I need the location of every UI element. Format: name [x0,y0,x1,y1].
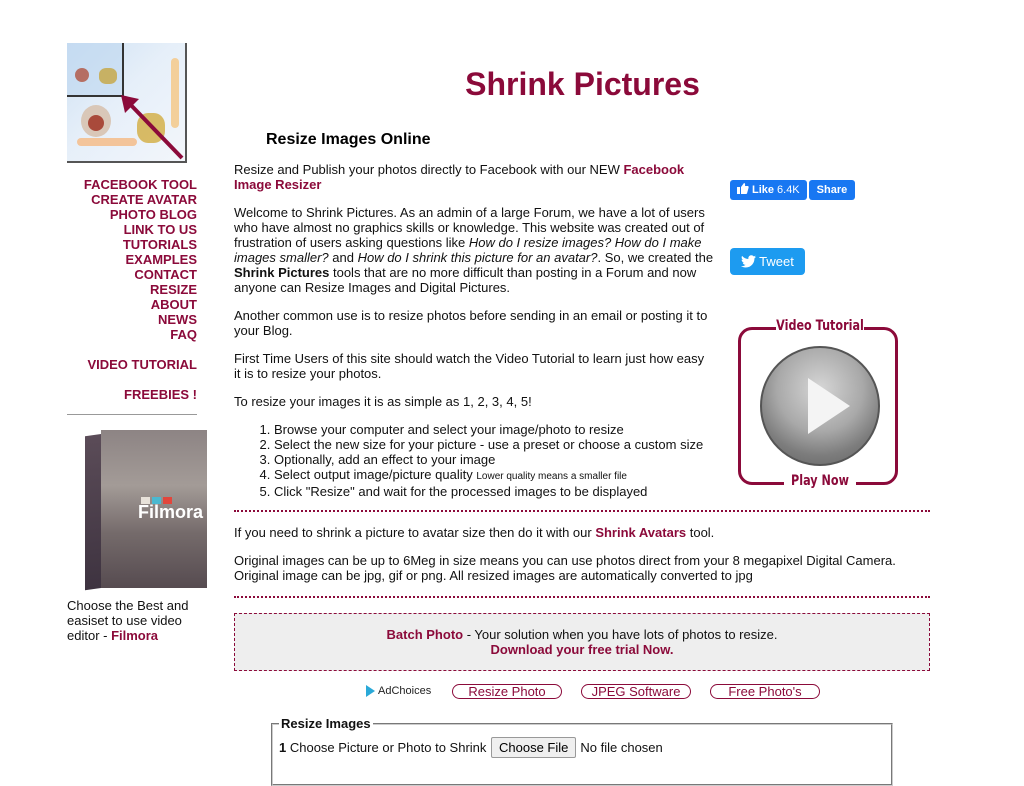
facebook-text: Resize and Publish your photos directly … [234,162,624,177]
nav-contact[interactable]: CONTACT [67,267,197,282]
nav-video-tutorial[interactable]: VIDEO TUTORIAL [67,357,197,372]
filmora-ad-image[interactable]: Filmora [85,430,207,591]
filmora-product-name: Filmora [138,502,204,522]
facebook-like-button[interactable]: Like 6.4K [730,180,807,200]
welcome-text: . So, we created the [597,250,714,265]
choose-file-button[interactable]: Choose File [491,737,577,758]
dotted-divider [234,596,930,598]
box-side [85,434,101,591]
nav-examples[interactable]: EXAMPLES [67,252,197,267]
filmora-link[interactable]: Filmora [111,628,158,643]
simple-paragraph: To resize your images it is as simple as… [234,394,532,409]
tweet-label: Tweet [759,254,794,269]
sidebar-nav: FACEBOOK TOOL CREATE AVATAR PHOTO BLOG L… [67,177,197,402]
video-tutorial-label: Video Tutorial [776,318,864,334]
nav-tutorials[interactable]: TUTORIALS [67,237,197,252]
step-text: Select output image/picture quality [274,467,477,482]
facebook-share-button[interactable]: Share [808,180,856,200]
welcome-paragraph: Welcome to Shrink Pictures. As an admin … [234,205,714,295]
avatar-text: If you need to shrink a picture to avata… [234,525,596,540]
nav-facebook-tool[interactable]: FACEBOOK TOOL [67,177,197,192]
resize-images-form: Resize Images 1 Choose Picture or Photo … [271,716,893,786]
batch-photo-promo: Batch Photo - Your solution when you hav… [234,613,930,671]
avatar-paragraph: If you need to shrink a picture to avata… [234,525,930,540]
ad-link-free-photos[interactable]: Free Photo's [710,684,820,699]
site-title: Shrink Pictures [465,66,700,102]
adchoices-label: AdChoices [378,685,432,697]
shrink-avatars-link[interactable]: Shrink Avatars [595,525,686,540]
common-use-paragraph: Another common use is to resize photos b… [234,308,708,338]
choose-picture-row: 1 Choose Picture or Photo to Shrink Choo… [279,737,885,758]
nav-faq[interactable]: FAQ [67,327,197,342]
ad-links-row: AdChoices Resize Photo JPEG Software Fre… [366,683,826,701]
facebook-paragraph: Resize and Publish your photos directly … [234,162,714,192]
adchoices-icon [366,685,375,698]
filmora-caption: Choose the Best and easiset to use video… [67,598,202,643]
brand-name: Shrink Pictures [234,265,330,280]
like-count: 6.4K [777,184,800,196]
site-logo[interactable] [67,43,187,163]
batch-photo-link[interactable]: Batch Photo [387,627,464,642]
step-item: Click "Resize" and wait for the processe… [274,484,714,499]
first-time-paragraph: First Time Users of this site should wat… [234,351,705,381]
box-front: Filmora [101,430,207,588]
file-status: No file chosen [580,740,663,755]
nav-link-to-us[interactable]: LINK TO US [67,222,197,237]
welcome-text: and [328,250,358,265]
ad-link-jpeg-software[interactable]: JPEG Software [581,684,691,699]
ad-link-resize-photo[interactable]: Resize Photo [452,684,562,699]
original-images-line: Original images can be up to 6Meg in siz… [234,553,896,568]
welcome-question: How do I shrink this picture for an avat… [357,250,598,265]
page-subtitle: Resize Images Online [266,131,431,148]
tweet-button[interactable]: Tweet [730,248,805,275]
dotted-divider [234,510,930,512]
step-item: Browse your computer and select your ima… [274,422,714,437]
sidebar-divider [67,414,197,415]
play-now-label: Play Now [784,473,856,489]
play-triangle-icon [808,378,850,434]
avatar-text: tool. [686,525,715,540]
form-legend: Resize Images [281,716,371,731]
thumbs-up-icon [737,183,749,194]
shrink-arrow-icon [121,95,184,160]
play-button-icon [760,346,880,466]
original-images-line: Original image can be jpg, gif or png. A… [234,568,753,583]
nav-freebies[interactable]: FREEBIES ! [67,387,197,402]
adchoices-link[interactable]: AdChoices [366,685,432,698]
choose-picture-label: Choose Picture or Photo to Shrink [286,740,491,755]
steps-list: Browse your computer and select your ima… [234,422,714,499]
like-label: Like [752,184,775,196]
download-trial-link[interactable]: Download your free trial Now. [491,642,674,657]
step-item: Select output image/picture quality Lowe… [274,467,714,484]
nav-resize[interactable]: RESIZE [67,282,197,297]
nav-photo-blog[interactable]: PHOTO BLOG [67,207,197,222]
twitter-bird-icon [741,255,757,268]
video-tutorial-button[interactable]: Video Tutorial Play Now [737,318,903,490]
intro-content: Resize and Publish your photos directly … [234,162,714,499]
step-item: Optionally, add an effect to your image [274,452,714,467]
step-note: Lower quality means a smaller file [476,471,627,482]
original-images-paragraph: Original images can be up to 6Meg in siz… [234,553,930,583]
batch-photo-text: - Your solution when you have lots of ph… [463,627,778,642]
sidebar: FACEBOOK TOOL CREATE AVATAR PHOTO BLOG L… [67,43,207,643]
nav-news[interactable]: NEWS [67,312,197,327]
nav-about[interactable]: ABOUT [67,297,197,312]
facebook-buttons: Like 6.4K Share [730,180,856,200]
nav-create-avatar[interactable]: CREATE AVATAR [67,192,197,207]
step-item: Select the new size for your picture - u… [274,437,714,452]
